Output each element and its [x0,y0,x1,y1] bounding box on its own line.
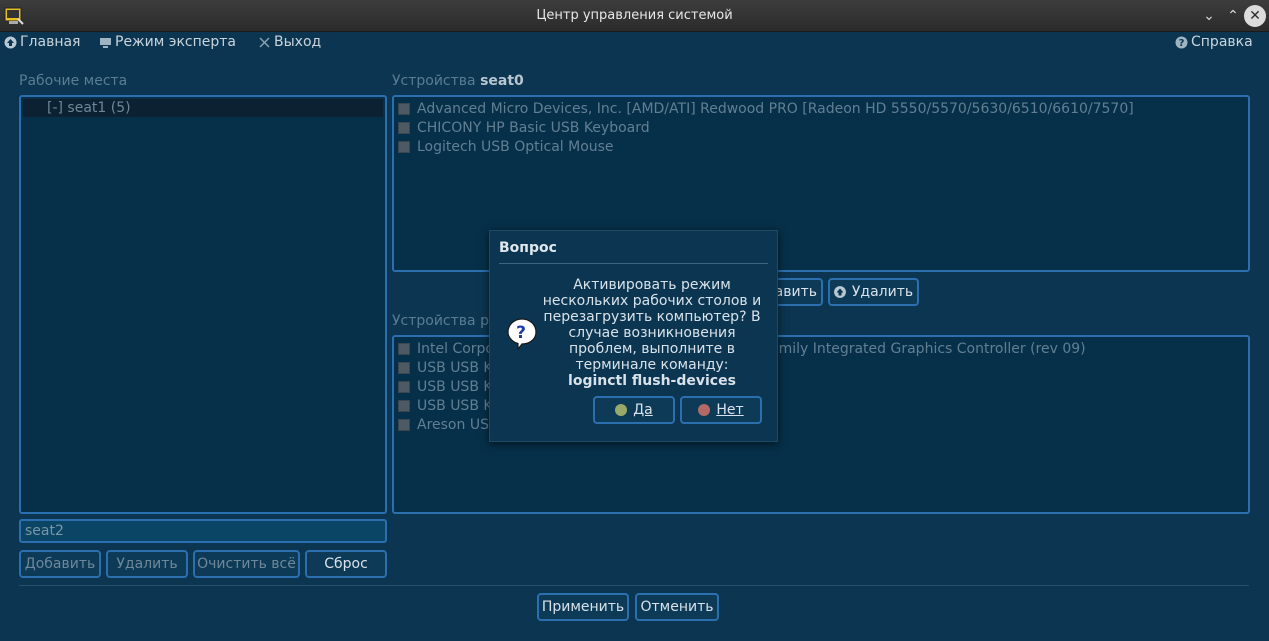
dialog-message: Активировать режим нескольких рабочих ст… [536,277,768,389]
workplaces-list[interactable]: [-] seat1 (5) [19,95,387,514]
close-window-button[interactable]: ✕ [1244,5,1266,27]
dialog-message-line: нескольких рабочих столов и [542,293,762,309]
device-checkbox[interactable] [398,380,410,393]
question-dialog: Вопрос ? Активировать режим нескольких р… [489,230,778,442]
seat0-label-prefix: Устройства [392,73,476,89]
device-label: USB USB K [417,378,493,395]
device-label-tail: amily Integrated Graphics Controller (re… [770,340,1086,357]
reset-button[interactable]: Сброс [305,550,387,578]
menu-home[interactable]: Главная [4,34,80,50]
other-devices-label: Устройства р [392,313,489,329]
list-item[interactable]: Areson US [398,415,489,434]
menu-help[interactable]: ? Справка [1175,34,1253,50]
yes-label: Да [633,402,653,418]
list-item[interactable]: Advanced Micro Devices, Inc. [AMD/ATI] R… [398,99,1134,118]
device-checkbox[interactable] [398,418,410,431]
help-icon: ? [1175,36,1188,49]
menu-bar: Главная Режим эксперта Выход ? Справка [0,32,1269,54]
workplaces-label: Рабочие места [19,73,128,89]
dialog-title-separator [499,263,768,264]
list-item[interactable]: USB USB K [398,396,493,415]
list-item[interactable]: USB USB K [398,358,493,377]
window-title: Центр управления системой [536,8,733,23]
menu-home-label: Главная [20,34,81,50]
monitor-icon [100,37,111,48]
list-item[interactable]: USB USB K [398,377,493,396]
device-checkbox[interactable] [398,140,410,153]
menu-expert-label: Режим эксперта [115,34,237,50]
device-label: USB USB K [417,359,493,376]
menu-exit[interactable]: Выход [258,34,321,50]
delete-seat-button[interactable]: Удалить [106,550,188,578]
device-label: Advanced Micro Devices, Inc. [AMD/ATI] R… [417,100,1134,117]
delete-device-label: Удалить [851,284,914,300]
dialog-message-line: перезагрузить компьютер? В [543,309,761,325]
dialog-message-line: случае возникновения [568,325,736,341]
add-seat-button[interactable]: Добавить [19,550,101,578]
device-label: CHICONY HP Basic USB Keyboard [417,119,650,136]
apply-button[interactable]: Применить [537,593,629,621]
yes-dot-icon [615,404,628,416]
yes-button[interactable]: Да [593,396,675,424]
seat-name-input[interactable]: seat2 [19,519,387,543]
list-item[interactable]: CHICONY HP Basic USB Keyboard [398,118,650,137]
delete-device-button[interactable]: Удалить [828,278,919,306]
chevron-down-icon[interactable]: ⌄ [1198,5,1220,27]
question-icon: ? [507,318,537,350]
seat0-label-seat: seat0 [480,73,524,89]
dialog-title: Вопрос [499,240,557,256]
list-item[interactable]: Logitech USB Optical Mouse [398,137,614,156]
seat0-devices-label: Устройства seat0 [392,73,524,89]
device-label: Logitech USB Optical Mouse [417,138,614,155]
menu-expert[interactable]: Режим эксперта [99,34,236,50]
cancel-button[interactable]: Отменить [635,593,719,621]
list-item[interactable]: [-] seat1 (5) [23,99,383,117]
no-label: Нет [716,402,744,418]
svg-text:?: ? [516,323,526,343]
dialog-command: loginctl flush-devices [568,373,736,389]
dialog-message-line: терминале команду: [575,357,729,373]
no-dot-icon [698,404,711,416]
footer-separator [19,585,1249,586]
home-icon [4,36,17,48]
dialog-message-line: проблем, выполните в [569,341,735,357]
device-label: Intel Corpo [417,340,494,357]
dialog-message-line: Активировать режим [573,277,731,293]
svg-text:?: ? [1179,38,1185,49]
device-label: USB USB K [417,397,493,414]
title-bar: Центр управления системой ⌄ ⌃ ✕ [0,0,1269,32]
device-checkbox[interactable] [398,399,410,412]
arrow-up-icon [833,286,846,298]
device-checkbox[interactable] [398,361,410,374]
menu-exit-label: Выход [274,34,322,50]
device-checkbox[interactable] [398,121,410,134]
close-icon [259,36,270,48]
clear-all-button[interactable]: Очистить всё [193,550,300,578]
device-checkbox[interactable] [398,102,410,115]
device-label: Areson US [417,416,489,433]
no-button[interactable]: Нет [680,396,762,424]
menu-help-label: Справка [1191,34,1253,50]
chevron-up-icon[interactable]: ⌃ [1222,5,1244,27]
device-checkbox[interactable] [398,342,410,355]
